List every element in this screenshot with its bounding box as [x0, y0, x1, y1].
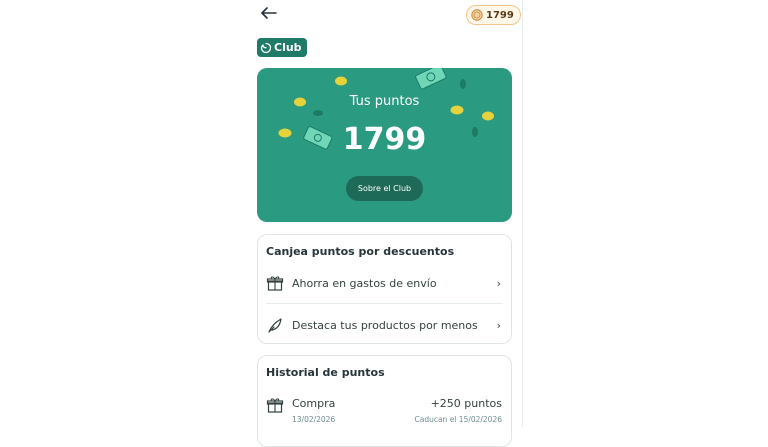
coin-icon [471, 9, 483, 21]
history-entry-points: +250 puntos [430, 397, 502, 410]
about-club-button[interactable]: Sobre el Club [346, 176, 423, 201]
club-logo-text: Club [274, 41, 302, 54]
gift-box-icon [266, 276, 284, 291]
club-points-screen: 1799 Club Tus puntos 1799 Sobre el Club … [246, 0, 523, 447]
redeem-points-card: Canjea puntos por descuentos Ahorra en g… [257, 234, 512, 344]
points-hero-card: Tus puntos 1799 Sobre el Club [257, 68, 512, 222]
redeem-section-title: Canjea puntos por descuentos [266, 245, 455, 258]
points-badge-value: 1799 [486, 9, 514, 21]
club-leaf-icon [260, 42, 272, 53]
gift-box-icon [266, 398, 284, 413]
history-section-title: Historial de puntos [266, 366, 385, 379]
history-entry: Compra 13/02/2026 +250 puntos Caducan el… [258, 390, 511, 430]
history-entry-expiry: Caducan el 15/02/2026 [414, 415, 502, 424]
redeem-shipping-item[interactable]: Ahorra en gastos de envío › [258, 263, 511, 303]
club-logo: Club [257, 38, 307, 57]
redeem-boost-label: Destaca tus productos por menos [292, 318, 478, 332]
chevron-right-icon: › [496, 318, 501, 332]
points-value: 1799 [342, 122, 427, 157]
history-entry-name: Compra [292, 397, 336, 410]
redeem-shipping-label: Ahorra en gastos de envío [292, 276, 437, 290]
divider [266, 303, 503, 304]
redeem-boost-item[interactable]: Destaca tus productos por menos › [258, 305, 511, 345]
points-history-card: Historial de puntos Compra 13/02/2026 +2… [257, 355, 512, 447]
back-button[interactable] [258, 3, 280, 23]
feather-icon [268, 318, 282, 333]
points-title: Tus puntos [349, 94, 420, 109]
arrow-left-icon [261, 7, 277, 19]
chevron-right-icon: › [496, 276, 501, 290]
points-balance-badge[interactable]: 1799 [466, 5, 521, 25]
history-entry-date: 13/02/2026 [292, 415, 336, 424]
